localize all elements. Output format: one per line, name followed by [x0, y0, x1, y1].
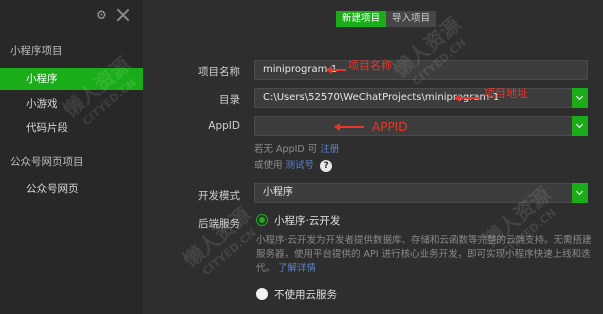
register-link[interactable]: 注册 — [320, 144, 339, 155]
dev-mode-value: 小程序 — [263, 187, 293, 198]
help-icon[interactable]: ? — [320, 159, 333, 172]
radio-cloud-dev[interactable] — [256, 214, 268, 226]
dev-mode-select[interactable]: 小程序 — [254, 183, 588, 203]
project-name-input[interactable]: miniprogram-1 — [254, 60, 588, 80]
section-title-miniprogram: 小程序项目 — [10, 45, 63, 57]
chevron-down-icon[interactable] — [572, 116, 588, 136]
appid-select[interactable] — [254, 116, 588, 136]
chevron-down-icon[interactable] — [572, 183, 588, 203]
hint-text: 若无 AppID 可 — [254, 144, 318, 155]
watermark: 懒人资源CITYED.CN — [178, 202, 259, 279]
test-account-link[interactable]: 测试号 — [286, 160, 315, 171]
sidebar-item-minigame[interactable]: 小游戏 — [0, 93, 143, 115]
chevron-down-icon[interactable] — [572, 88, 588, 108]
tab-new-project[interactable]: 新建项目 — [336, 11, 387, 27]
section-title-webpage: 公众号网页项目 — [10, 156, 84, 168]
learn-more-link[interactable]: 了解详情 — [278, 263, 316, 274]
mode-label: 开发模式 — [198, 190, 240, 202]
window-controls: ⚙ — [96, 8, 130, 22]
tab-import-project[interactable]: 导入项目 — [386, 11, 437, 27]
annotation-arrow-name — [326, 66, 346, 74]
radio-no-cloud-label[interactable]: 不使用云服务 — [274, 287, 337, 302]
annotation-name: 项目名称 — [348, 59, 392, 72]
appid-label: AppID — [208, 120, 240, 132]
radio-no-cloud[interactable] — [256, 288, 268, 300]
dir-label: 目录 — [219, 94, 240, 106]
gear-icon[interactable]: ⚙ — [96, 9, 108, 21]
cloud-dev-description: 小程序·云开发为开发者提供数据库、存储和云函数等完整的云端支持。无需搭建服务器，… — [256, 234, 592, 276]
annotation-arrow-dir — [454, 94, 480, 102]
directory-select[interactable]: C:\Users\52570\WeChatProjects\miniprogra… — [254, 88, 588, 108]
close-icon[interactable] — [116, 8, 130, 22]
sidebar-item-webpage[interactable]: 公众号网页 — [0, 178, 143, 200]
annotation-appid: APPID — [372, 120, 408, 134]
hint-text: 或使用 — [254, 160, 283, 171]
backend-label: 后端服务 — [198, 218, 240, 230]
name-label: 项目名称 — [198, 66, 240, 78]
radio-cloud-dev-label[interactable]: 小程序·云开发 — [274, 213, 340, 228]
appid-hint-test: 或使用 测试号 ? — [254, 157, 333, 172]
sidebar-item-snippets[interactable]: 代码片段 — [0, 117, 143, 139]
annotation-dir: 项目地址 — [484, 87, 528, 100]
annotation-arrow-appid — [334, 123, 364, 131]
sidebar-item-miniprogram[interactable]: 小程序 — [0, 68, 143, 90]
appid-hint-register: 若无 AppID 可 注册 — [254, 141, 339, 155]
project-tabs: 新建项目 导入项目 — [336, 11, 437, 27]
sidebar: ⚙ 小程序项目 小程序 小游戏 代码片段 公众号网页项目 公众号网页 — [0, 0, 143, 314]
